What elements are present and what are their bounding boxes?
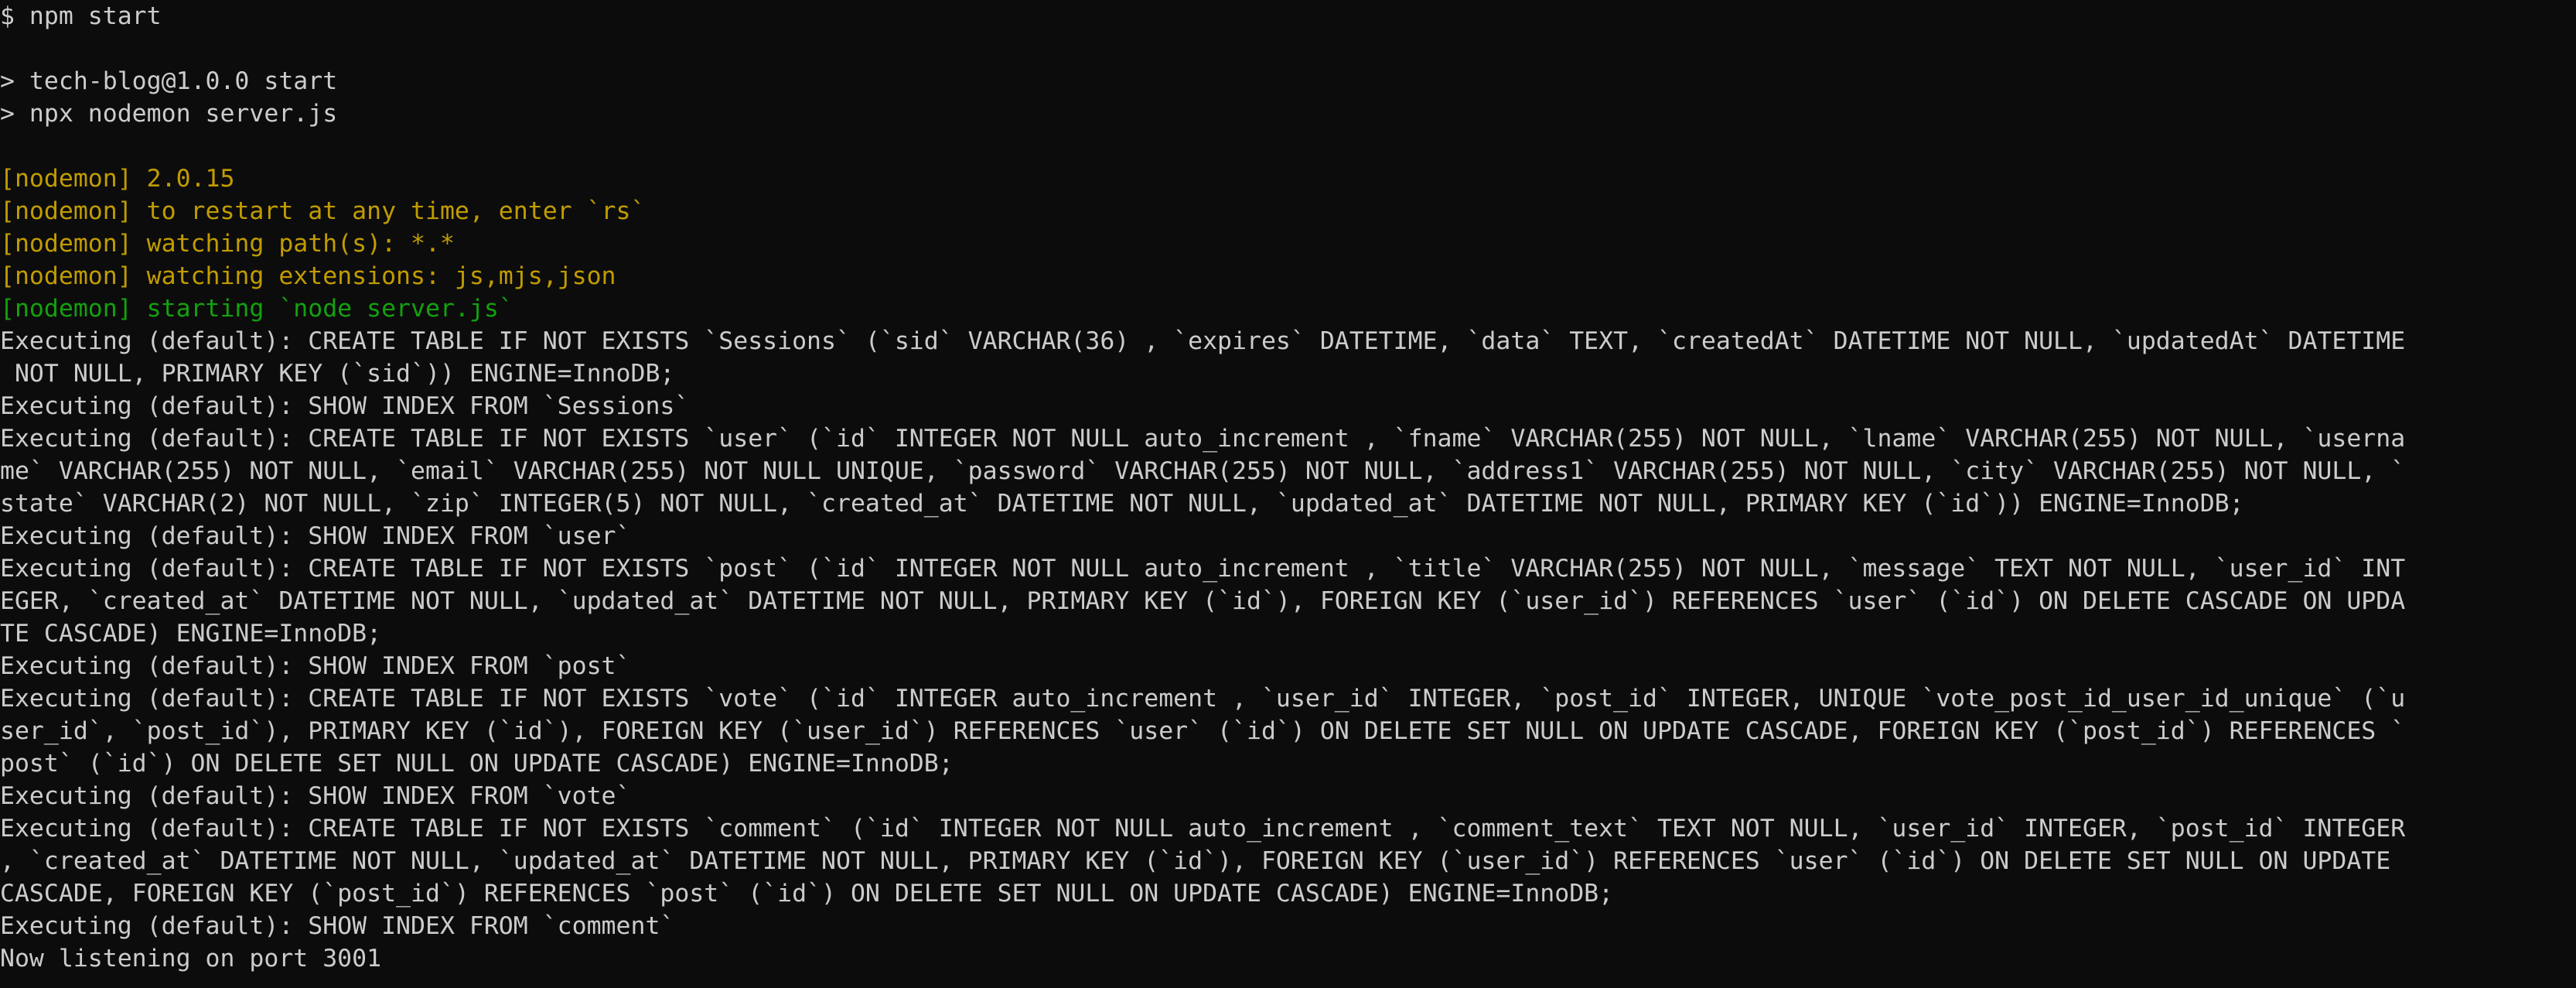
terminal-line: > tech-blog@1.0.0 start	[0, 67, 338, 95]
terminal-line: $ npm start	[0, 2, 162, 30]
terminal-line: Executing (default): CREATE TABLE IF NOT…	[0, 815, 2406, 843]
terminal-output: $ npm start > tech-blog@1.0.0 start > npx …	[0, 0, 2576, 975]
terminal-line: , `created_at` DATETIME NOT NULL, `updat…	[0, 847, 2391, 875]
terminal-line: Executing (default): SHOW INDEX FROM `us…	[0, 522, 631, 550]
terminal-line: [nodemon] watching extensions: js,mjs,js…	[0, 262, 616, 290]
terminal-line: EGER, `created_at` DATETIME NOT NULL, `u…	[0, 587, 2406, 615]
terminal-line: TE CASCADE) ENGINE=InnoDB;	[0, 620, 382, 648]
terminal-line: NOT NULL, PRIMARY KEY (`sid`)) ENGINE=In…	[0, 360, 675, 388]
terminal-line: Executing (default): CREATE TABLE IF NOT…	[0, 425, 2406, 453]
terminal-window[interactable]: $ npm start > tech-blog@1.0.0 start > npx …	[0, 0, 2576, 988]
terminal-line: [nodemon] to restart at any time, enter …	[0, 197, 646, 225]
terminal-line: Now listening on port 3001	[0, 945, 382, 973]
terminal-line: ser_id`, `post_id`), PRIMARY KEY (`id`),…	[0, 717, 2406, 745]
terminal-line: state` VARCHAR(2) NOT NULL, `zip` INTEGE…	[0, 490, 2244, 518]
terminal-line: Executing (default): SHOW INDEX FROM `co…	[0, 912, 675, 940]
terminal-line: [nodemon] starting `node server.js`	[0, 295, 513, 323]
terminal-line: Executing (default): CREATE TABLE IF NOT…	[0, 555, 2406, 583]
terminal-line: CASCADE, FOREIGN KEY (`post_id`) REFEREN…	[0, 880, 1614, 908]
terminal-line: Executing (default): CREATE TABLE IF NOT…	[0, 327, 2406, 355]
terminal-line: post` (`id`) ON DELETE SET NULL ON UPDAT…	[0, 750, 954, 778]
terminal-line: Executing (default): SHOW INDEX FROM `Se…	[0, 392, 690, 420]
terminal-line: me` VARCHAR(255) NOT NULL, `email` VARCH…	[0, 457, 2406, 485]
terminal-line: [nodemon] 2.0.15	[0, 165, 235, 193]
terminal-line: Executing (default): SHOW INDEX FROM `vo…	[0, 782, 631, 810]
terminal-line: Executing (default): SHOW INDEX FROM `po…	[0, 652, 631, 680]
terminal-line: Executing (default): CREATE TABLE IF NOT…	[0, 685, 2406, 713]
terminal-line: > npx nodemon server.js	[0, 100, 338, 128]
terminal-line: [nodemon] watching path(s): *.*	[0, 230, 455, 258]
